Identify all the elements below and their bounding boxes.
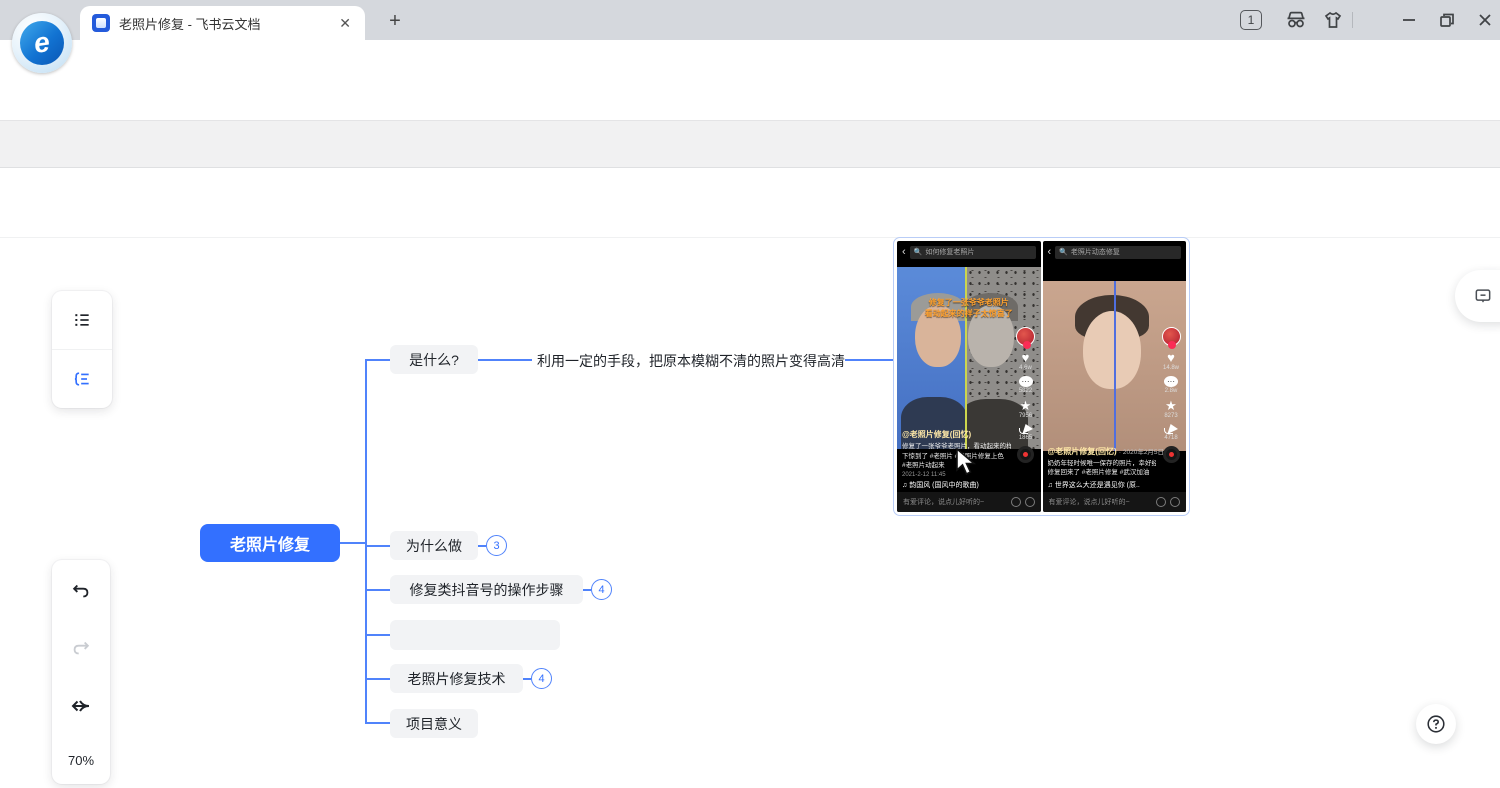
zoom-level[interactable]: 70% bbox=[68, 753, 94, 768]
like-icon: ♥ 14.8w bbox=[1163, 351, 1179, 371]
comment-icon: 2.8w bbox=[1164, 376, 1178, 394]
mindmap-node-empty[interactable] bbox=[390, 620, 560, 650]
connector-line bbox=[340, 542, 365, 544]
window-close-button[interactable] bbox=[1472, 8, 1498, 32]
mindmap-view-button[interactable] bbox=[52, 349, 112, 408]
share-icon: 1865 bbox=[1019, 424, 1033, 441]
new-tab-button[interactable]: + bbox=[382, 9, 408, 33]
split-divider-line bbox=[965, 267, 967, 449]
video-caption: @老照片修复(回忆) · 2020年2月5日 奶奶年轻时候唯一保存的照片，幸好经… bbox=[1048, 446, 1157, 491]
mindmap-root-node[interactable]: 老照片修复 bbox=[200, 524, 340, 562]
divider bbox=[1352, 12, 1353, 28]
douyin-search-bar: 🔍 老照片动态修复 bbox=[1055, 246, 1181, 259]
connector-line bbox=[365, 678, 390, 680]
badge-connector bbox=[583, 589, 591, 591]
tab-strip: 老照片修复 - 飞书云文档 ✕ + 1 bbox=[0, 0, 1500, 40]
connector-line bbox=[365, 634, 390, 636]
emoji-icon bbox=[1011, 497, 1021, 507]
douyin-screenshot-right: ‹ 🔍 老照片动态修复 ♥ 14.8w bbox=[1043, 241, 1187, 512]
share-icon: 4718 bbox=[1164, 424, 1178, 441]
creator-username: @老照片修复(回忆) bbox=[902, 429, 1011, 440]
feishu-docs-favicon bbox=[92, 14, 110, 32]
maximize-button[interactable] bbox=[1434, 8, 1460, 32]
bookmarks-bar: ★ 书签 阅读清单 bbox=[0, 84, 1500, 120]
magnifier-icon: 🔍 bbox=[914, 248, 923, 256]
creator-avatar-icon bbox=[1016, 327, 1035, 346]
canvas-controls-panel: 70% bbox=[52, 560, 110, 784]
browser-tab[interactable]: 老照片修复 - 飞书云文档 ✕ bbox=[80, 6, 365, 40]
browser-logo[interactable]: e bbox=[12, 13, 72, 73]
tab-title: 老照片修复 - 飞书云文档 bbox=[119, 14, 337, 33]
mindmap-node-tech[interactable]: 老照片修复技术 bbox=[390, 664, 523, 693]
video-date: · 2020年2月5日 bbox=[1119, 449, 1164, 456]
locate-root-button[interactable] bbox=[69, 694, 93, 718]
restored-color-half bbox=[897, 267, 966, 449]
comment-bubble-icon bbox=[1473, 286, 1493, 306]
favorite-icon: ★ 8273 bbox=[1164, 399, 1177, 419]
tab-close-icon[interactable]: ✕ bbox=[337, 15, 353, 32]
music-title: ♫ 世界这么大还是遇见你 (原.. bbox=[1048, 480, 1157, 490]
mindmap-node-steps[interactable]: 修复类抖音号的操作步骤 bbox=[390, 575, 583, 604]
back-chevron-icon: ‹ bbox=[1048, 246, 1052, 258]
magnifier-icon: 🔍 bbox=[1059, 248, 1068, 256]
badge-connector bbox=[478, 545, 486, 547]
comment-input-bar: 有爱评论，说点儿好听的~ bbox=[1043, 492, 1187, 512]
mouse-cursor bbox=[955, 448, 981, 483]
music-disc-icon bbox=[1163, 446, 1180, 463]
douyin-topbar: ‹ 🔍 如何修复老照片 bbox=[897, 241, 1041, 263]
creator-avatar-icon bbox=[1162, 327, 1181, 346]
mention-icon bbox=[1170, 497, 1180, 507]
comments-panel-button[interactable] bbox=[1455, 270, 1500, 322]
baidu-translate-bar: Bai du 翻译 检测到当前网页不是中文网页，是否要翻译成中文？ 翻译 不翻译… bbox=[0, 120, 1500, 168]
like-icon: ♥ 4.6w bbox=[1019, 351, 1032, 371]
favorite-icon: ★ 7956 bbox=[1019, 399, 1032, 419]
music-disc-icon bbox=[1017, 446, 1034, 463]
badge-connector bbox=[523, 678, 531, 680]
connector-line bbox=[365, 589, 390, 591]
mindmap-node-meaning[interactable]: 项目意义 bbox=[390, 709, 478, 738]
tab-counter[interactable]: 1 bbox=[1240, 10, 1262, 30]
mindmap-node-why[interactable]: 为什么做 bbox=[390, 531, 478, 560]
connector-line bbox=[478, 359, 532, 361]
video-overlay-title: 修复了一张爷爷老照片 看动起来的样子太惊喜了 bbox=[897, 297, 1041, 319]
collapsed-count-badge[interactable]: 4 bbox=[531, 668, 552, 689]
comment-icon: 5822 bbox=[1019, 376, 1033, 394]
mindmap-canvas[interactable]: 70% 老照片修复 是什么? 利用一定的手段，把原本模糊不清的照片变得高清 为什… bbox=[0, 238, 1500, 788]
redo-button[interactable] bbox=[70, 637, 92, 659]
connector-line bbox=[365, 359, 390, 361]
undo-button[interactable] bbox=[70, 580, 92, 602]
creator-username: @老照片修复(回忆) · 2020年2月5日 bbox=[1048, 446, 1157, 457]
search-query: 老照片动态修复 bbox=[1071, 247, 1120, 257]
view-switch-panel bbox=[52, 291, 112, 408]
mention-icon bbox=[1025, 497, 1035, 507]
browser-toolbar: 译 ▾ ··· bbox=[0, 40, 1500, 84]
split-divider-line bbox=[1114, 281, 1116, 451]
minimize-button[interactable] bbox=[1396, 8, 1422, 32]
attached-image-group[interactable]: ‹ 🔍 如何修复老照片 修复了一张爷爷老照片 bbox=[893, 237, 1190, 516]
connector-trunk-line bbox=[365, 359, 367, 724]
connector-line bbox=[845, 359, 893, 361]
connector-line bbox=[365, 722, 390, 724]
question-mark-icon bbox=[1425, 713, 1447, 735]
douyin-topbar: ‹ 🔍 老照片动态修复 bbox=[1043, 241, 1187, 263]
back-chevron-icon: ‹ bbox=[902, 246, 906, 258]
help-button[interactable] bbox=[1416, 704, 1456, 744]
incognito-icon[interactable] bbox=[1283, 8, 1309, 32]
douyin-search-bar: 🔍 如何修复老照片 bbox=[910, 246, 1036, 259]
collapsed-count-badge[interactable]: 3 bbox=[486, 535, 507, 556]
mindmap-node-what[interactable]: 是什么? bbox=[390, 345, 478, 374]
collapsed-count-badge[interactable]: 4 bbox=[591, 579, 612, 600]
browser-window: 老照片修复 - 飞书云文档 ✕ + 1 bbox=[0, 0, 1500, 788]
connector-line bbox=[365, 545, 390, 547]
theme-shirt-icon[interactable] bbox=[1320, 8, 1346, 32]
outline-view-button[interactable] bbox=[52, 291, 112, 349]
emoji-icon bbox=[1156, 497, 1166, 507]
douyin-action-rail: ♥ 4.6w 5822 ★ 7956 1865 bbox=[1014, 327, 1038, 463]
search-query: 如何修复老照片 bbox=[925, 247, 974, 257]
doc-header: 老照片修复 我的空间 已经保存到云端 分享 ··· bbox=[0, 168, 1500, 238]
mindmap-note-text[interactable]: 利用一定的手段，把原本模糊不清的照片变得高清 bbox=[537, 351, 845, 371]
douyin-action-rail: ♥ 14.8w 2.8w ★ 8273 4718 bbox=[1159, 327, 1183, 463]
comment-input-bar: 有爱评论，说点儿好听的~ bbox=[897, 492, 1041, 512]
